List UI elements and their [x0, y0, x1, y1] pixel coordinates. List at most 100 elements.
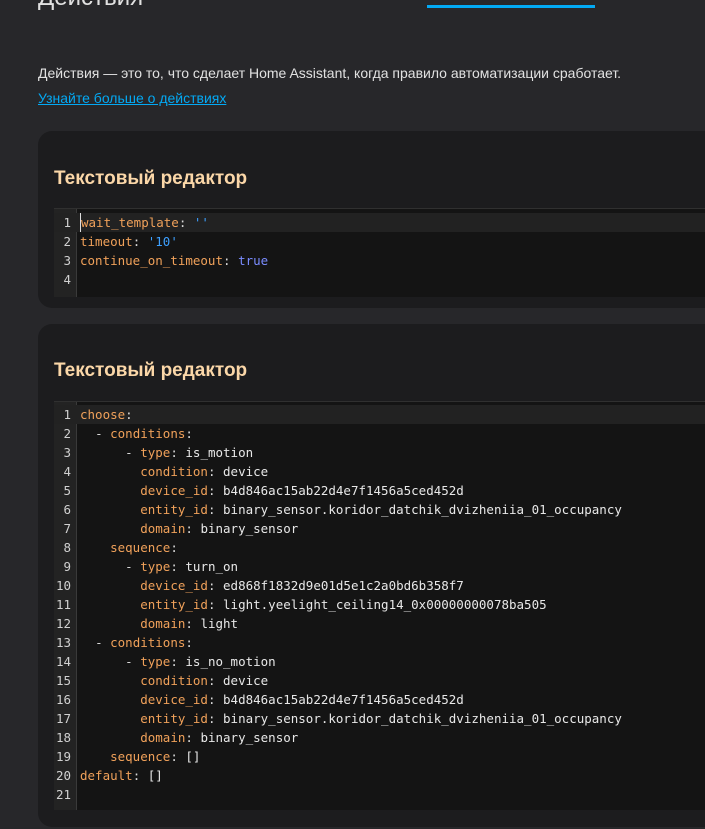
code-text: timeout: '10' [80, 234, 178, 249]
card-title: Текстовый редактор [54, 168, 248, 189]
learn-more-link[interactable]: Узнайте больше о действиях [38, 90, 226, 106]
code-line[interactable]: 4 [54, 270, 705, 289]
yaml-value: [] [147, 768, 163, 783]
code-line[interactable]: 1 wait_template: '' [54, 213, 705, 232]
code-line[interactable]: 3 continue_on_timeout: true [54, 251, 705, 270]
yaml-key: domain [140, 521, 186, 536]
yaml-key: sequence [110, 749, 171, 764]
code-text: - type: is_motion [125, 445, 254, 460]
code-text: device_id: b4d846ac15ab22d4e7f1456a5ced4… [140, 483, 464, 498]
line-number: 3 [63, 253, 71, 268]
code-text: entity_id: light.yeelight_ceiling14_0x00… [140, 597, 547, 612]
yaml-key: type [140, 559, 171, 574]
code-text: domain: light [140, 616, 239, 631]
yaml-key: type [140, 445, 171, 460]
line-number: 14 [55, 654, 71, 669]
code-line[interactable]: 18 domain: binary_sensor [54, 728, 705, 747]
code-line[interactable]: 12 domain: light [54, 614, 705, 633]
line-number: 18 [55, 730, 71, 745]
code-line[interactable]: 13 - conditions: [54, 633, 705, 652]
action-card-2: Текстовый редактор 1 choose: 2 - condition… [38, 324, 705, 827]
code-line[interactable]: 4 condition: device [54, 462, 705, 481]
code-line[interactable]: 1 choose: [54, 405, 705, 424]
code-text: - type: is_no_motion [125, 654, 276, 669]
code-line[interactable]: 16 device_id: b4d846ac15ab22d4e7f1456a5c… [54, 690, 705, 709]
line-number: 1 [63, 407, 71, 422]
code-text: condition: device [140, 464, 269, 479]
code-text: entity_id: binary_sensor.koridor_datchik… [140, 502, 622, 517]
code-line[interactable]: 14 - type: is_no_motion [54, 652, 705, 671]
code-line[interactable]: 8 sequence: [54, 538, 705, 557]
section-title: Действия [38, 0, 143, 12]
code-text: device_id: ed868f1832d9e01d5e1c2a0bd6b35… [140, 578, 464, 593]
yaml-key: device_id [140, 578, 208, 593]
line-number: 11 [55, 597, 71, 612]
code-text: default: [] [80, 768, 163, 783]
section-description: Действия — это то, что сделает Home Assi… [38, 65, 622, 81]
yaml-key: choose [80, 407, 126, 422]
yaml-key: timeout [80, 234, 133, 249]
code-text: sequence: [] [110, 749, 201, 764]
code-line[interactable]: 6 entity_id: binary_sensor.koridor_datch… [54, 500, 705, 519]
yaml-value: '' [193, 215, 209, 230]
code-line[interactable]: 2 - conditions: [54, 424, 705, 443]
yaml-key: condition [140, 673, 208, 688]
code-text: condition: device [140, 673, 269, 688]
yaml-value: is_no_motion [185, 654, 276, 669]
code-text: - type: turn_on [125, 559, 239, 574]
code-line[interactable]: 19 sequence: [] [54, 747, 705, 766]
yaml-editor[interactable]: 1 choose: 2 - conditions: 3 - type: is_moti… [54, 401, 705, 810]
yaml-key: domain [140, 730, 186, 745]
yaml-key: device_id [140, 483, 208, 498]
yaml-value: light [200, 616, 239, 631]
code-text: sequence: [110, 540, 178, 555]
yaml-value: b4d846ac15ab22d4e7f1456a5ced452d [223, 483, 464, 498]
yaml-value: true [238, 253, 269, 268]
action-card-1: Текстовый редактор 1 wait_template: '' 2 ti… [38, 131, 705, 308]
code-text: device_id: b4d846ac15ab22d4e7f1456a5ced4… [140, 692, 464, 707]
card-title: Текстовый редактор [54, 360, 248, 381]
code-text: choose: [80, 407, 133, 422]
line-number: 16 [55, 692, 71, 707]
line-number: 1 [63, 215, 71, 230]
line-number: 9 [63, 559, 71, 574]
code-line[interactable]: 7 domain: binary_sensor [54, 519, 705, 538]
yaml-key: sequence [110, 540, 171, 555]
line-number: 10 [55, 578, 71, 593]
line-number: 12 [55, 616, 71, 631]
code-text: continue_on_timeout: true [80, 253, 269, 268]
yaml-key: condition [140, 464, 208, 479]
yaml-value: b4d846ac15ab22d4e7f1456a5ced452d [223, 692, 464, 707]
code-line[interactable]: 9 - type: turn_on [54, 557, 705, 576]
yaml-key: conditions [110, 426, 186, 441]
line-number: 2 [63, 234, 71, 249]
code-line[interactable]: 20 default: [] [54, 766, 705, 785]
line-number: 3 [63, 445, 71, 460]
code-line[interactable]: 17 entity_id: binary_sensor.koridor_datc… [54, 709, 705, 728]
code-text: - conditions: [95, 426, 193, 441]
code-line[interactable]: 15 condition: device [54, 671, 705, 690]
yaml-key: domain [140, 616, 186, 631]
code-text: entity_id: binary_sensor.koridor_datchik… [140, 711, 622, 726]
line-number: 13 [55, 635, 71, 650]
code-line[interactable]: 10 device_id: ed868f1832d9e01d5e1c2a0bd6… [54, 576, 705, 595]
code-lines: 1 wait_template: '' 2 timeout: '10' 3 continu… [54, 213, 705, 289]
yaml-value: light.yeelight_ceiling14_0x00000000078ba… [223, 597, 547, 612]
code-line[interactable]: 11 entity_id: light.yeelight_ceiling14_0… [54, 595, 705, 614]
code-line[interactable]: 21 [54, 785, 705, 804]
line-number: 19 [55, 749, 71, 764]
line-number: 2 [63, 426, 71, 441]
yaml-value: turn_on [185, 559, 239, 574]
yaml-editor[interactable]: 1 wait_template: '' 2 timeout: '10' 3 continu… [54, 208, 705, 297]
yaml-key: conditions [110, 635, 186, 650]
yaml-key: default [80, 768, 133, 783]
code-line[interactable]: 3 - type: is_motion [54, 443, 705, 462]
code-line[interactable]: 5 device_id: b4d846ac15ab22d4e7f1456a5ce… [54, 481, 705, 500]
active-tab-indicator [427, 5, 595, 8]
code-text: wait_template: '' [80, 213, 209, 232]
code-text: domain: binary_sensor [140, 521, 299, 536]
code-line[interactable]: 2 timeout: '10' [54, 232, 705, 251]
yaml-value: '10' [147, 234, 178, 249]
yaml-key: wait_template [81, 215, 179, 230]
code-text: - conditions: [95, 635, 193, 650]
